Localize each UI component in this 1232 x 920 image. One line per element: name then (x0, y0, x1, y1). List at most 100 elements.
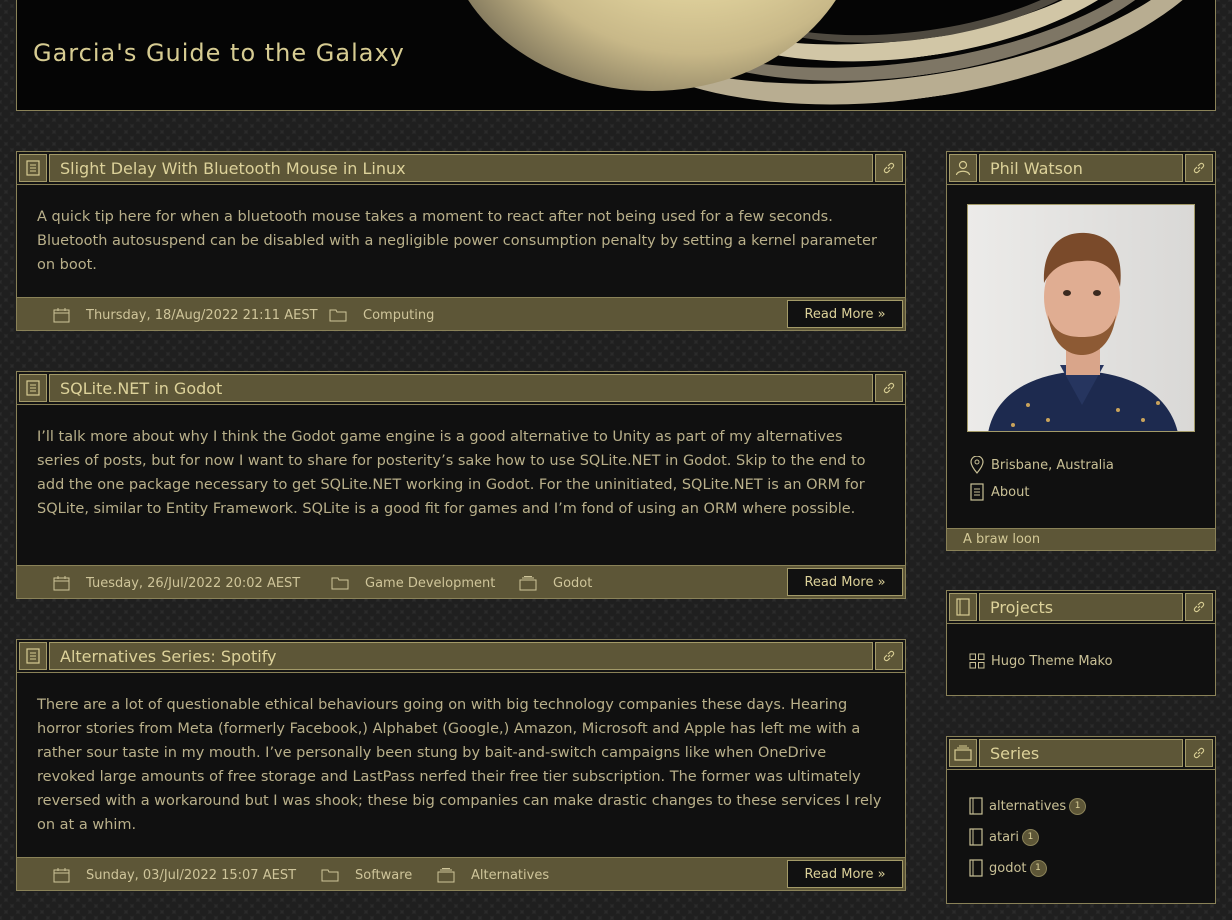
folder-icon (329, 309, 347, 322)
calendar-icon (53, 867, 70, 882)
post-card: Slight Delay With Bluetooth Mouse in Lin… (16, 151, 906, 331)
project-item-label[interactable]: Hugo Theme Mako (991, 654, 1113, 669)
post-footer: Sunday, 03/Jul/2022 15:07 AEST Software … (17, 857, 905, 890)
series-item-godot[interactable]: godot 1 (969, 859, 1047, 877)
series-item-atari[interactable]: atari 1 (969, 828, 1039, 846)
profile-about-text[interactable]: About (991, 485, 1029, 500)
post-summary: I’ll talk more about why I think the God… (37, 429, 866, 517)
profile-header: Phil Watson (947, 152, 1215, 185)
post-title[interactable]: SQLite.NET in Godot (49, 374, 873, 402)
post-category-link[interactable]: Software (355, 868, 412, 883)
permalink-button[interactable] (875, 154, 903, 182)
post-title[interactable]: Alternatives Series: Spotify (49, 642, 873, 670)
stack-icon (519, 575, 537, 590)
stack-icon (954, 745, 972, 761)
link-icon (1193, 162, 1205, 174)
tablet-icon (956, 598, 970, 616)
post-icon-box (19, 642, 47, 670)
document-icon (26, 160, 40, 176)
site-header: Garcia's Guide to the Galaxy (16, 0, 1216, 111)
user-icon (955, 160, 971, 176)
post-series[interactable]: Alternatives (437, 866, 549, 884)
profile-tagline: A braw loon (947, 528, 1215, 550)
profile-about-link[interactable]: About (969, 483, 1029, 501)
permalink-button[interactable] (875, 374, 903, 402)
calendar-icon (53, 575, 70, 590)
post-footer: Thursday, 18/Aug/2022 21:11 AEST Computi… (17, 297, 905, 330)
post-date-text: Thursday, 18/Aug/2022 21:11 AEST (86, 307, 318, 323)
profile-name: Phil Watson (979, 154, 1183, 182)
avatar (967, 204, 1195, 432)
read-more-button[interactable]: Read More » (787, 860, 903, 888)
tablet-icon (969, 859, 983, 877)
post-summary: There are a lot of questionable ethical … (37, 697, 882, 833)
post-title[interactable]: Slight Delay With Bluetooth Mouse in Lin… (49, 154, 873, 182)
post-header: Alternatives Series: Spotify (17, 640, 905, 673)
projects-header: Projects (947, 591, 1215, 624)
profile-icon-box (949, 154, 977, 182)
link-icon (883, 162, 895, 174)
post-card: SQLite.NET in Godot I’ll talk more about… (16, 371, 906, 599)
projects-title: Projects (979, 593, 1183, 621)
document-icon (26, 648, 40, 664)
projects-widget: Projects Hugo Theme Mako (946, 590, 1216, 696)
post-summary: A quick tip here for when a bluetooth mo… (37, 209, 877, 273)
series-item-label[interactable]: alternatives (989, 799, 1066, 814)
calendar-icon (53, 307, 70, 322)
post-series-link[interactable]: Godot (553, 576, 592, 591)
stack-icon (437, 867, 455, 882)
tablet-icon (969, 828, 983, 846)
document-icon (26, 380, 40, 396)
map-pin-icon (970, 456, 984, 474)
series-item-alternatives[interactable]: alternatives 1 (969, 797, 1087, 815)
permalink-button[interactable] (875, 642, 903, 670)
projects-link-button[interactable] (1185, 593, 1213, 621)
profile-location: Brisbane, Australia (969, 456, 1114, 474)
folder-icon (331, 577, 349, 590)
series-item-label[interactable]: atari (989, 830, 1019, 845)
series-count-badge: 1 (1069, 797, 1087, 815)
series-widget: Series alternatives 1 atari 1 godot 1 (946, 736, 1216, 904)
post-header: Slight Delay With Bluetooth Mouse in Lin… (17, 152, 905, 185)
post-category[interactable]: Software (321, 866, 412, 884)
projects-icon-box (949, 593, 977, 621)
post-category[interactable]: Game Development (331, 574, 495, 592)
post-date: Tuesday, 26/Jul/2022 20:02 AEST (53, 574, 300, 592)
post-category-link[interactable]: Game Development (365, 576, 495, 591)
link-icon (1193, 601, 1205, 613)
post-date-text: Sunday, 03/Jul/2022 15:07 AEST (86, 867, 297, 883)
series-count-badge: 1 (1029, 859, 1047, 877)
post-date-text: Tuesday, 26/Jul/2022 20:02 AEST (86, 575, 301, 591)
profile-location-text: Brisbane, Australia (991, 457, 1114, 473)
profile-widget: Phil Watson Brisbane, Australia About A … (946, 151, 1216, 551)
post-icon-box (19, 374, 47, 402)
series-link-button[interactable] (1185, 739, 1213, 767)
post-series-link[interactable]: Alternatives (471, 868, 549, 883)
post-series[interactable]: Godot (519, 574, 592, 592)
series-item-label[interactable]: godot (989, 861, 1027, 876)
post-card: Alternatives Series: Spotify There are a… (16, 639, 906, 891)
link-icon (883, 382, 895, 394)
link-icon (883, 650, 895, 662)
series-title: Series (979, 739, 1183, 767)
series-count-badge: 1 (1022, 828, 1039, 846)
profile-link-button[interactable] (1185, 154, 1213, 182)
site-title[interactable]: Garcia's Guide to the Galaxy (33, 39, 405, 67)
post-date: Sunday, 03/Jul/2022 15:07 AEST (53, 866, 296, 884)
tablet-icon (969, 797, 983, 815)
read-more-button[interactable]: Read More » (787, 568, 903, 596)
post-footer: Tuesday, 26/Jul/2022 20:02 AEST Game Dev… (17, 565, 905, 598)
read-more-button[interactable]: Read More » (787, 300, 903, 328)
project-item[interactable]: Hugo Theme Mako (969, 653, 1113, 669)
post-category-link[interactable]: Computing (363, 308, 434, 323)
post-icon-box (19, 154, 47, 182)
post-category[interactable]: Computing (329, 306, 434, 324)
grid-icon (969, 653, 985, 669)
post-header: SQLite.NET in Godot (17, 372, 905, 405)
series-header: Series (947, 737, 1215, 770)
link-icon (1193, 747, 1205, 759)
series-icon-box (949, 739, 977, 767)
avatar-image (968, 205, 1194, 431)
post-date: Thursday, 18/Aug/2022 21:11 AEST (53, 306, 318, 324)
document-icon (970, 483, 984, 501)
